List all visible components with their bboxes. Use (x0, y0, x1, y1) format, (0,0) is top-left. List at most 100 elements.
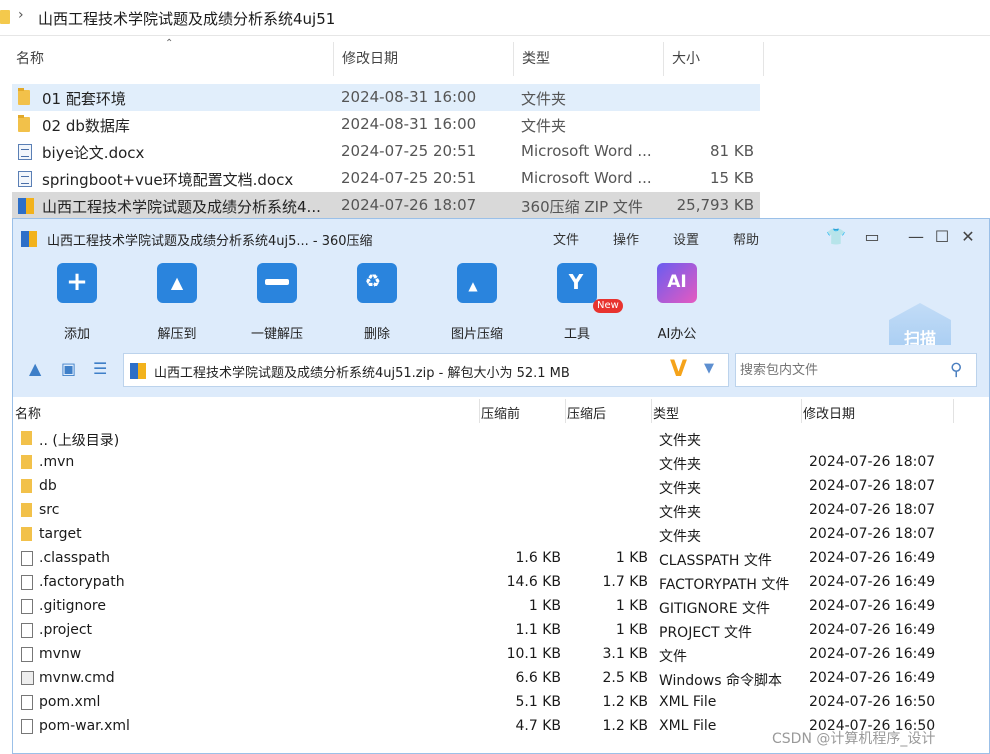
archiver-window: 山西工程技术学院试题及成绩分析系统4uj5... - 360压缩 文件 操作 设… (12, 218, 990, 754)
item-modified: 2024-07-26 16:50 (809, 694, 936, 710)
explorer-address-bar[interactable]: › 山西工程技术学院试题及成绩分析系统4uj51 (0, 0, 990, 36)
file-row[interactable]: biye论文.docx 2024-07-25 20:51 Microsoft W… (12, 138, 760, 165)
search-input[interactable] (738, 360, 938, 380)
list-item[interactable]: .project 1.1 KB 1 KB PROJECT 文件 2024-07-… (13, 619, 989, 643)
list-item[interactable]: db 文件夹 2024-07-26 18:07 (13, 475, 989, 499)
feedback-icon[interactable]: ▭ (861, 227, 883, 246)
menu-settings[interactable]: 设置 (673, 229, 699, 248)
list-item[interactable]: .classpath 1.6 KB 1 KB CLASSPATH 文件 2024… (13, 547, 989, 571)
maximize-icon[interactable]: ☐ (931, 227, 953, 246)
navigation-bar: ▲ ▣ ☰ 山西工程技术学院试题及成绩分析系统4uj51.zip - 解包大小为… (13, 345, 989, 397)
delete-button[interactable]: 删除 (327, 263, 427, 343)
v-logo-icon[interactable]: V (670, 357, 687, 382)
item-after: 1 KB (615, 598, 648, 614)
item-type: FACTORYPATH 文件 (659, 577, 790, 593)
item-name: mvnw.cmd (39, 670, 115, 686)
chevron-down-icon[interactable]: ▼ (704, 361, 714, 376)
file-type: Microsoft Word ... (521, 142, 652, 160)
image-compress-button[interactable]: 图片压缩 (427, 263, 527, 343)
list-item[interactable]: mvnw 10.1 KB 3.1 KB 文件 2024-07-26 16:49 (13, 643, 989, 667)
file-icon (21, 551, 33, 566)
folder-icon (21, 479, 32, 493)
new-badge: New (593, 299, 623, 313)
column-modified[interactable]: 修改日期 (334, 42, 514, 76)
file-icon (21, 647, 33, 662)
list-item[interactable]: .factorypath 14.6 KB 1.7 KB FACTORYPATH … (13, 571, 989, 595)
item-name: pom.xml (39, 694, 101, 710)
list-item[interactable]: target 文件夹 2024-07-26 18:07 (13, 523, 989, 547)
archive-path-box[interactable]: 山西工程技术学院试题及成绩分析系统4uj51.zip - 解包大小为 52.1 … (123, 353, 729, 387)
file-name: springboot+vue环境配置文档.docx (42, 171, 294, 189)
tools-icon (557, 263, 597, 303)
item-modified: 2024-07-26 16:49 (809, 598, 936, 614)
file-row[interactable]: 02 db数据库 2024-08-31 16:00 文件夹 (12, 111, 760, 138)
item-modified: 2024-07-26 18:07 (809, 526, 936, 542)
column-type[interactable]: 类型 (653, 403, 679, 422)
column-after[interactable]: 压缩后 (567, 403, 606, 422)
column-modified[interactable]: 修改日期 (803, 403, 855, 422)
list-item[interactable]: .mvn 文件夹 2024-07-26 18:07 (13, 451, 989, 475)
item-type: 文件 (659, 649, 687, 665)
one-click-extract-button[interactable]: 一键解压 (227, 263, 327, 343)
thumbnail-view-icon[interactable]: ▣ (61, 359, 76, 378)
folder-icon (21, 431, 32, 445)
skin-icon[interactable]: 👕 (825, 227, 847, 246)
file-icon (21, 719, 33, 734)
file-icon (21, 623, 33, 638)
column-name[interactable]: 名称 (8, 42, 334, 76)
folder-icon (18, 115, 30, 132)
item-type: CLASSPATH 文件 (659, 553, 772, 569)
file-name: 01 配套环境 (42, 90, 126, 108)
item-after: 1 KB (615, 550, 648, 566)
item-type: 文件夹 (659, 457, 701, 473)
menu-help[interactable]: 帮助 (733, 229, 759, 248)
item-name: pom-war.xml (39, 718, 130, 734)
script-file-icon (21, 671, 34, 685)
ai-office-label: AI办公 (657, 327, 697, 342)
list-item[interactable]: .. (上级目录) 文件夹 (13, 427, 989, 451)
folder-icon (18, 88, 30, 105)
file-size: 25,793 KB (676, 196, 754, 214)
list-item[interactable]: .gitignore 1 KB 1 KB GITIGNORE 文件 2024-0… (13, 595, 989, 619)
list-item[interactable]: pom.xml 5.1 KB 1.2 KB XML File 2024-07-2… (13, 691, 989, 715)
item-name: mvnw (39, 646, 82, 662)
item-before: 10.1 KB (506, 646, 561, 662)
file-row[interactable]: 01 配套环境 2024-08-31 16:00 文件夹 (12, 84, 760, 111)
item-modified: 2024-07-26 16:49 (809, 646, 936, 662)
breadcrumb[interactable]: 山西工程技术学院试题及成绩分析系统4uj51 (38, 8, 335, 29)
search-icon[interactable]: ⚲ (950, 360, 962, 380)
column-name[interactable]: 名称 (15, 403, 41, 422)
ai-office-button[interactable]: AI办公 (627, 263, 727, 343)
column-size[interactable]: 大小 (664, 42, 764, 76)
add-label: 添加 (63, 327, 90, 342)
menu-operation[interactable]: 操作 (613, 229, 639, 248)
up-level-icon[interactable]: ▲ (29, 359, 41, 378)
delete-label: 删除 (363, 327, 390, 342)
close-icon[interactable]: ✕ (957, 227, 979, 246)
search-box[interactable]: ⚲ (735, 353, 977, 387)
file-modified: 2024-07-26 18:07 (341, 196, 477, 214)
item-type: XML File (659, 694, 717, 710)
chevron-right-icon[interactable]: › (18, 7, 24, 23)
column-type[interactable]: 类型 (514, 42, 664, 76)
column-before[interactable]: 压缩前 (481, 403, 520, 422)
minimize-icon[interactable]: — (905, 227, 927, 246)
item-name: .mvn (39, 454, 75, 470)
item-type: 文件夹 (659, 481, 701, 497)
extract-to-button[interactable]: 解压到 (127, 263, 227, 343)
item-after: 1.7 KB (602, 574, 649, 590)
file-row[interactable]: springboot+vue环境配置文档.docx 2024-07-25 20:… (12, 165, 760, 192)
item-after: 2.5 KB (602, 670, 649, 686)
menu-file[interactable]: 文件 (553, 229, 579, 248)
list-view-icon[interactable]: ☰ (93, 359, 107, 378)
toolbar: 添加 解压到 一键解压 删除 图片压缩 工具 New AI办公 扫描 (13, 257, 989, 371)
list-item[interactable]: src 文件夹 2024-07-26 18:07 (13, 499, 989, 523)
list-item[interactable]: mvnw.cmd 6.6 KB 2.5 KB Windows 命令脚本 2024… (13, 667, 989, 691)
item-type: 文件夹 (659, 505, 701, 521)
file-row-selected[interactable]: 山西工程技术学院试题及成绩分析系统4... 2024-07-26 18:07 3… (12, 192, 760, 219)
image-compress-icon (457, 263, 497, 303)
add-icon (57, 263, 97, 303)
title-bar[interactable]: 山西工程技术学院试题及成绩分析系统4uj5... - 360压缩 文件 操作 设… (13, 219, 989, 257)
add-button[interactable]: 添加 (27, 263, 127, 343)
item-before: 4.7 KB (515, 718, 562, 734)
